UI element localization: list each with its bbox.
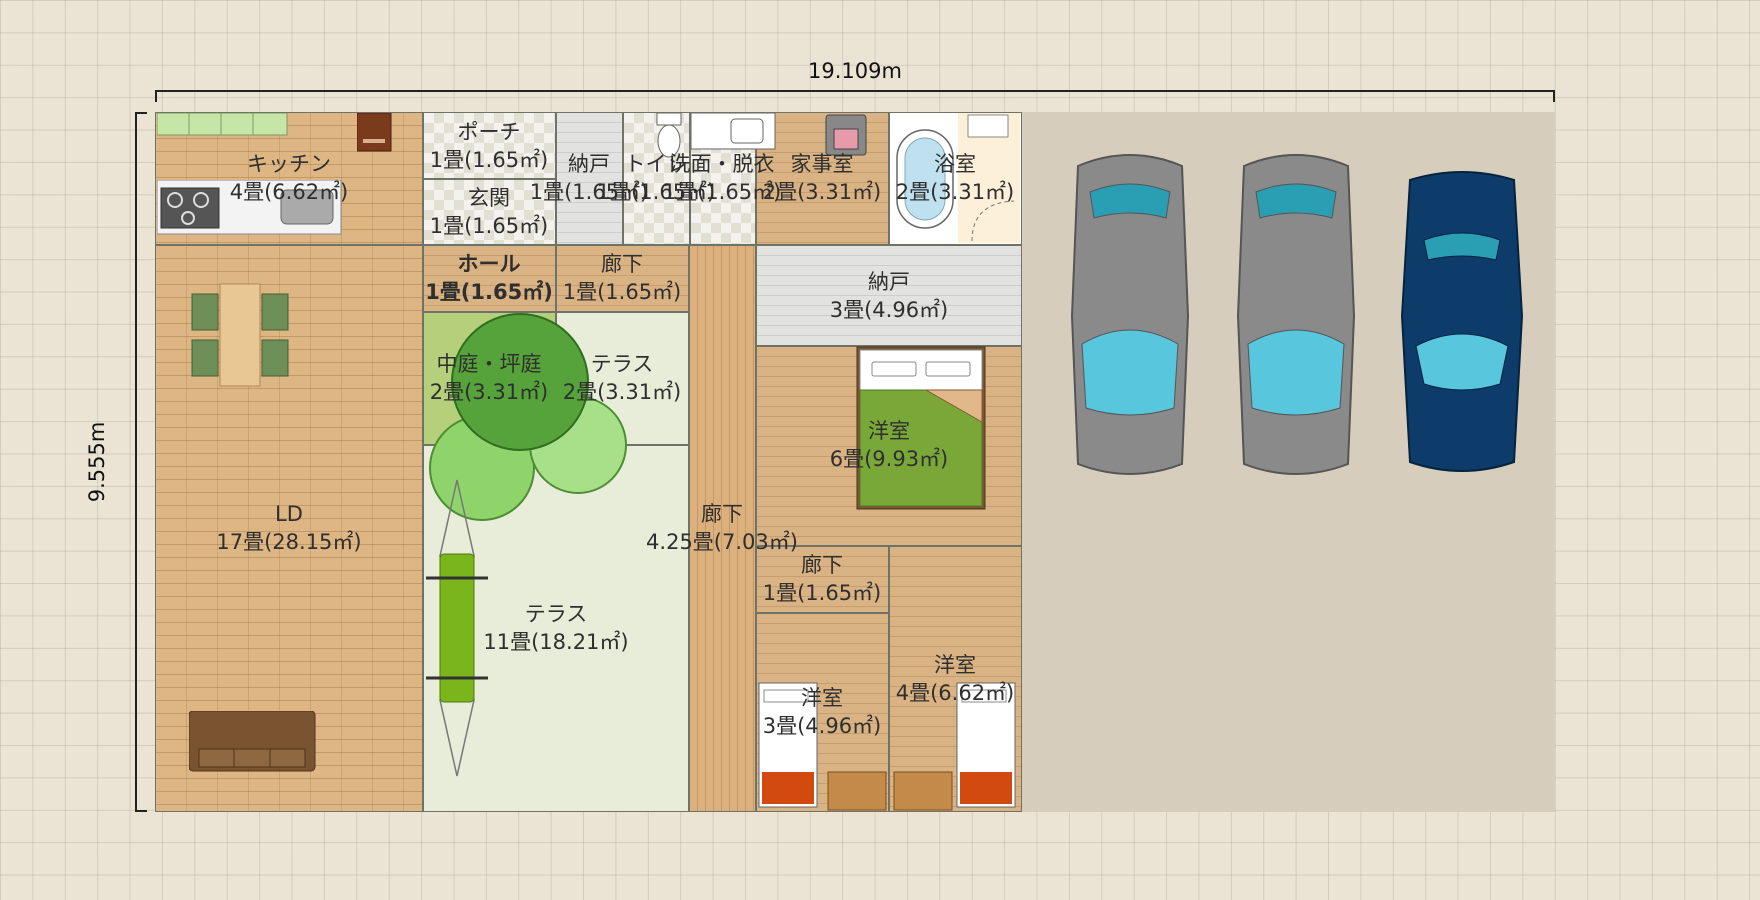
- height-dimension-line: 9.555m: [85, 112, 147, 812]
- room-name: 洋室: [933, 653, 976, 677]
- room-name: 洋室: [800, 686, 843, 710]
- room-size: 2畳(3.31㎡): [562, 380, 682, 404]
- room-name: 納戸: [867, 270, 910, 294]
- room-name: 洋室: [867, 419, 910, 443]
- kitchen-counter-icon: [157, 113, 288, 136]
- room-name: 家事室: [790, 152, 854, 176]
- width-dimension-label: 19.109m: [808, 59, 902, 83]
- pillow: [871, 361, 917, 377]
- room-size: 2畳(3.31㎡): [895, 180, 1015, 204]
- label-kitchen: キッチン 4畳(6.62㎡): [230, 150, 349, 206]
- room-size: 3畳(4.96㎡): [762, 714, 882, 738]
- car-body: [1400, 171, 1524, 472]
- toilet-tank: [656, 113, 682, 126]
- room-size: 2畳(3.31㎡): [429, 380, 549, 404]
- label-courtyard: 中庭・坪庭 2畳(3.31㎡): [430, 350, 549, 406]
- room-name: テラス: [524, 602, 588, 626]
- room-size: 17畳(28.15㎡): [216, 530, 362, 554]
- table-top: [219, 283, 261, 387]
- room-size: 3畳(4.96㎡): [829, 298, 949, 322]
- basin: [730, 118, 764, 144]
- car-windshield: [1247, 329, 1345, 416]
- room-name: キッチン: [246, 152, 331, 176]
- car-windshield: [1415, 333, 1509, 391]
- room-size: 1畳(1.65㎡): [562, 280, 682, 304]
- room-name: テラス: [590, 352, 654, 376]
- sink-icon: [691, 113, 776, 150]
- chair: [191, 293, 219, 331]
- room-name: ホール: [457, 252, 521, 276]
- room-name: ポーチ: [457, 120, 521, 144]
- label-western-4jo: 洋室 4畳(6.62㎡): [896, 651, 1015, 707]
- room-size: 11畳(18.21㎡): [483, 630, 629, 654]
- car-rear-window: [1255, 183, 1337, 219]
- chair: [191, 339, 219, 377]
- label-storage-large: 納戸 3畳(4.96㎡): [830, 268, 949, 324]
- room-size: 4畳(6.62㎡): [895, 681, 1015, 705]
- stove-top: [160, 187, 220, 229]
- car-icon[interactable]: [1388, 166, 1536, 476]
- parasol-icon: [426, 479, 488, 777]
- car-windshield: [1081, 329, 1179, 416]
- sofa-seat: [198, 748, 306, 768]
- label-corridor-long: 廊下 4.25畳(7.03㎡): [646, 500, 798, 556]
- fridge-body: [357, 113, 392, 152]
- label-terrace-small: テラス 2畳(3.31㎡): [563, 350, 682, 406]
- room-name: 浴室: [933, 152, 976, 176]
- fridge-handle: [363, 139, 385, 143]
- room-name: 廊下: [600, 252, 643, 276]
- height-dimension-label: 9.555m: [85, 421, 109, 503]
- room-name: LD: [275, 502, 303, 526]
- label-corridor-small: 廊下 1畳(1.65㎡): [563, 250, 682, 306]
- washer-drum: [833, 128, 859, 150]
- chair-icon: [893, 771, 953, 811]
- room-size: 6畳(9.93㎡): [829, 447, 949, 471]
- chair: [261, 293, 289, 331]
- label-western-6jo: 洋室 6畳(9.93㎡): [830, 417, 949, 473]
- chair-icon: [827, 771, 887, 811]
- chair-seat: [827, 771, 887, 811]
- dining-table-icon: [191, 283, 289, 387]
- car-icon[interactable]: [1222, 146, 1370, 481]
- car-rear-window: [1089, 183, 1171, 219]
- room-size: 1畳(1.65㎡): [425, 280, 553, 304]
- label-terrace-large: テラス 11畳(18.21㎡): [483, 600, 628, 656]
- shower-faucet: [967, 114, 1009, 138]
- parasol-canopy: [439, 553, 475, 703]
- chair: [261, 339, 289, 377]
- chair-seat: [893, 771, 953, 811]
- bed-blanket: [960, 772, 1012, 804]
- parasol-top-cone: [439, 479, 475, 557]
- room-name: 廊下: [701, 502, 743, 526]
- room-size: 2畳(3.31㎡): [762, 180, 882, 204]
- counter-top: [157, 113, 288, 136]
- label-western-3jo: 洋室 3畳(4.96㎡): [763, 684, 882, 740]
- room-size: 4畳(6.62㎡): [229, 180, 349, 204]
- width-dimension-line: 19.109m: [155, 59, 1555, 102]
- car-icon[interactable]: [1056, 146, 1204, 481]
- room-size: 1畳(1.65㎡): [429, 214, 549, 238]
- label-ld: LD 17畳(28.15㎡): [216, 500, 361, 556]
- parasol-bottom-cone: [439, 699, 475, 777]
- car-rear-window: [1423, 232, 1501, 261]
- label-bathroom: 浴室 2畳(3.31㎡): [896, 150, 1015, 206]
- label-hall: ホール 1畳(1.65㎡): [425, 250, 553, 306]
- room-name: 中庭・坪庭: [436, 352, 542, 376]
- bed-blanket: [762, 772, 814, 804]
- label-corridor-short: 廊下 1畳(1.65㎡): [763, 551, 882, 607]
- pillow: [925, 361, 971, 377]
- fridge-icon: [357, 113, 392, 152]
- room-name: 廊下: [800, 553, 843, 577]
- label-utility: 家事室 2畳(3.31㎡): [763, 150, 882, 206]
- room-size: 1畳(1.65㎡): [762, 581, 882, 605]
- sofa-icon: [189, 711, 316, 772]
